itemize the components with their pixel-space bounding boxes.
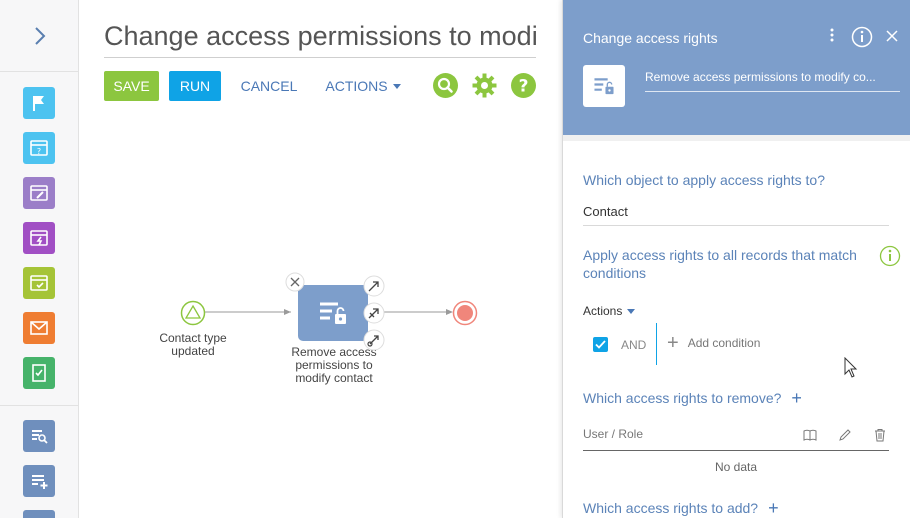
add-rights-question: Which access rights to add? — [583, 500, 759, 516]
auto-generated-page-tool[interactable] — [23, 222, 55, 254]
actions-menu-label: ACTIONS — [325, 78, 388, 94]
modify-data-tool[interactable] — [23, 510, 55, 518]
toolbar-divider — [0, 405, 79, 406]
help-icon[interactable]: ? — [511, 73, 536, 98]
conditions-question: Apply access rights to all records that … — [583, 247, 857, 281]
process-designer: ? Change access permissions to modify co… — [0, 0, 910, 518]
start-signal-label: Contact type updated — [159, 331, 227, 358]
read-data-tool[interactable] — [23, 420, 55, 452]
info-icon[interactable] — [851, 26, 873, 48]
check-icon — [595, 340, 606, 349]
conditional-flow-icon[interactable] — [363, 302, 385, 324]
trash-icon[interactable] — [873, 428, 887, 442]
element-type-icon — [583, 65, 625, 107]
remove-rights-question: Which access rights to remove? — [583, 390, 782, 406]
chevron-right-icon — [34, 26, 45, 45]
task-node-label: Remove access permissions to modify cont… — [291, 345, 377, 385]
terminate-event-icon[interactable] — [452, 300, 478, 326]
mouse-cursor-icon — [844, 357, 858, 378]
panel-header: Change access rights Remove access permi — [563, 0, 910, 135]
book-icon[interactable] — [803, 428, 817, 442]
condition-group-line — [656, 323, 657, 365]
more-options-icon[interactable] — [829, 26, 835, 44]
group-checkbox[interactable] — [593, 337, 608, 352]
flag-icon — [33, 96, 44, 111]
lightning-page-icon — [30, 230, 48, 246]
user-dialog-tool[interactable]: ? — [23, 132, 55, 164]
elements-toolbar: ? — [0, 0, 79, 518]
close-icon[interactable] — [885, 29, 899, 43]
task-node[interactable] — [298, 285, 368, 341]
start-signal-icon[interactable] — [180, 300, 206, 326]
add-data-icon — [32, 475, 48, 489]
info-icon[interactable] — [879, 245, 901, 267]
read-data-icon — [32, 430, 48, 444]
filter-actions-menu[interactable]: Actions — [583, 304, 636, 318]
object-lookup-field[interactable]: Contact — [583, 204, 889, 226]
access-rights-icon — [594, 78, 614, 95]
page-title[interactable]: Change access permissions to modify cont… — [104, 18, 536, 58]
no-data-label: No data — [714, 460, 758, 474]
access-rights-icon — [320, 302, 346, 324]
dialog-question-icon: ? — [30, 140, 48, 156]
run-button[interactable]: RUN — [169, 71, 221, 101]
element-name-input[interactable]: Remove access permissions to modify co..… — [645, 70, 900, 92]
svg-text:?: ? — [37, 147, 41, 156]
add-data-tool[interactable] — [23, 465, 55, 497]
cancel-button[interactable]: CANCEL — [238, 71, 300, 101]
connect-arrow-icon[interactable] — [363, 275, 385, 297]
svg-text:?: ? — [519, 77, 529, 97]
edit-page-tool[interactable] — [23, 177, 55, 209]
open-edit-page-tool[interactable] — [23, 267, 55, 299]
save-button[interactable]: SAVE — [104, 71, 159, 101]
add-rights-section: Which access rights to add? + — [583, 499, 779, 517]
gear-icon[interactable] — [472, 73, 497, 98]
remove-rights-section: Which access rights to remove? + — [583, 389, 802, 407]
object-question: Which object to apply access rights to? — [583, 172, 826, 188]
actions-menu-button[interactable]: ACTIONS — [322, 71, 404, 101]
search-icon[interactable] — [433, 73, 458, 98]
add-remove-right-button[interactable]: + — [791, 389, 802, 407]
delete-node-icon[interactable] — [285, 272, 305, 292]
column-user-role: User / Role — [583, 427, 644, 441]
rights-table-header: User / Role — [583, 421, 889, 451]
send-email-tool[interactable] — [23, 312, 55, 344]
signal-start-tool[interactable] — [23, 87, 55, 119]
pencil-icon[interactable] — [838, 428, 852, 442]
and-operator-toggle[interactable]: AND — [621, 338, 646, 352]
caret-down-icon — [392, 83, 401, 89]
element-setup-panel: Change access rights Remove access permi — [562, 0, 910, 518]
filter-actions-label: Actions — [583, 304, 623, 318]
add-condition-label: Add condition — [687, 336, 761, 350]
task-check-icon — [32, 364, 46, 382]
add-add-right-button[interactable]: + — [768, 499, 779, 517]
expand-toolbar-button[interactable] — [0, 0, 79, 72]
panel-body: Which object to apply access rights to? … — [563, 135, 910, 518]
add-condition-button[interactable]: + Add condition — [667, 332, 761, 354]
panel-title: Change access rights — [583, 30, 718, 46]
plus-icon: + — [667, 332, 679, 354]
caret-down-icon — [627, 308, 636, 314]
edit-page-icon — [30, 185, 48, 201]
default-flow-icon[interactable] — [363, 329, 385, 351]
check-page-icon — [30, 275, 48, 291]
envelope-icon — [30, 321, 48, 335]
perform-task-tool[interactable] — [23, 357, 55, 389]
